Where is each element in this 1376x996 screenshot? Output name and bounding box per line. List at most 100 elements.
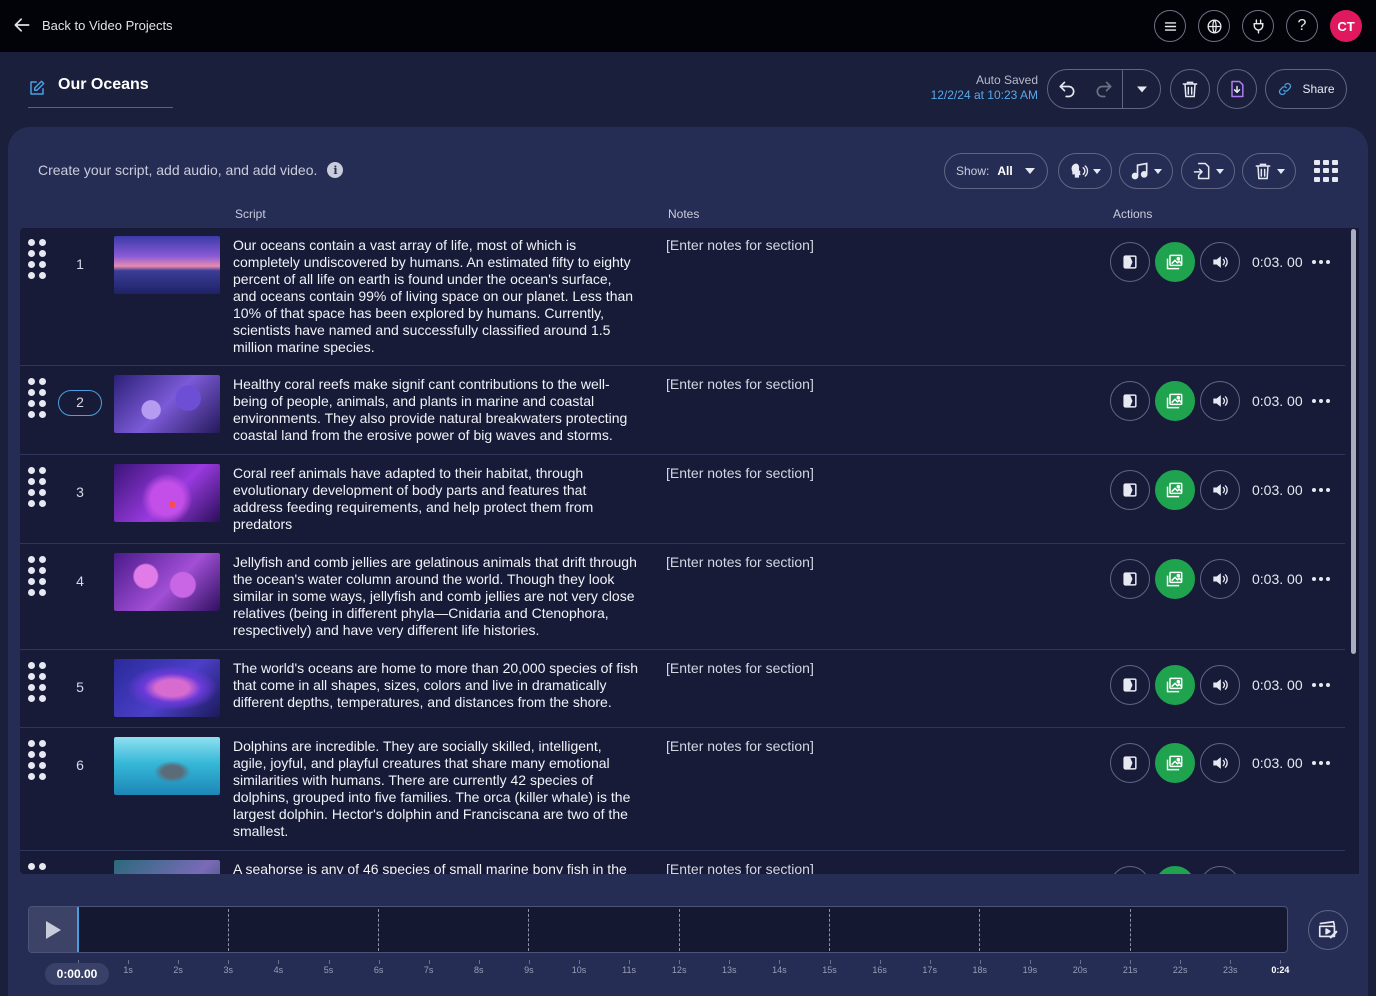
audio-button[interactable] [1200,743,1240,783]
section-notes[interactable]: [Enter notes for section] [666,738,814,754]
delete-dropdown-button[interactable] [1242,153,1296,189]
audio-button[interactable] [1200,381,1240,421]
section-script-text[interactable]: Jellyfish and comb jellies are gelatinou… [233,554,638,639]
media-button[interactable] [1155,559,1195,599]
transition-button[interactable] [1110,665,1150,705]
grid-view-icon[interactable] [1314,160,1338,182]
section-thumbnail[interactable] [114,464,220,522]
media-button[interactable] [1155,743,1195,783]
audio-button[interactable] [1200,242,1240,282]
section-notes[interactable]: [Enter notes for section] [666,465,814,481]
transition-button[interactable] [1110,242,1150,282]
audio-button[interactable] [1200,470,1240,510]
section-row[interactable]: 6 Dolphins are incredible. They are socia… [20,729,1345,851]
undo-button[interactable] [1048,70,1085,108]
section-row[interactable]: 4 Jellyfish and comb jellies are gelatino… [20,545,1345,650]
section-row[interactable]: 3 Coral reef animals have adapted to thei… [20,456,1345,544]
section-thumbnail[interactable] [114,375,220,433]
section-number[interactable]: 5 [58,674,102,700]
section-thumbnail[interactable] [114,553,220,611]
section-thumbnail[interactable] [114,236,220,294]
media-button[interactable] [1155,242,1195,282]
playhead[interactable] [77,907,79,952]
section-notes[interactable]: [Enter notes for section] [666,554,814,570]
show-filter-dropdown[interactable]: Show: All [944,153,1048,189]
more-options-icon[interactable] [1312,761,1330,765]
back-link[interactable]: Back to Video Projects [12,15,173,35]
drag-handle-icon[interactable] [28,556,46,596]
section-thumbnail[interactable] [114,860,220,874]
more-options-icon[interactable] [1312,683,1330,687]
section-number[interactable]: 4 [58,568,102,594]
section-notes[interactable]: [Enter notes for section] [666,237,814,253]
media-button[interactable] [1155,470,1195,510]
section-row[interactable]: 1 Our oceans contain a vast array of life… [20,228,1345,366]
section-row[interactable]: 7A seahorse is any of 46 species of smal… [20,852,1345,874]
ruler-tick-label: 3s [223,965,234,975]
info-icon[interactable]: i [327,162,344,178]
user-avatar[interactable]: CT [1330,10,1362,42]
scrollbar[interactable] [1351,229,1356,654]
import-dropdown-button[interactable] [1181,153,1235,189]
section-script-text[interactable]: Coral reef animals have adapted to their… [233,465,638,533]
more-options-icon[interactable] [1312,399,1330,403]
render-video-button[interactable] [1308,910,1348,950]
more-options-icon[interactable] [1312,260,1330,264]
drag-handle-icon[interactable] [28,740,46,780]
transition-icon [1123,255,1137,269]
transition-button[interactable] [1110,470,1150,510]
media-button[interactable] [1155,665,1195,705]
section-number[interactable]: 3 [58,479,102,505]
section-row[interactable]: 2 Healthy coral reefs make signif cant co… [20,367,1345,455]
transition-button[interactable] [1110,381,1150,421]
section-number[interactable]: 2 [58,390,102,416]
section-actions: 0:03. 00 [1110,381,1330,421]
section-notes[interactable]: [Enter notes for section] [666,861,814,874]
audio-button[interactable] [1200,866,1240,874]
transition-button[interactable] [1110,559,1150,599]
section-script-text[interactable]: The world's oceans are home to more than… [233,660,638,711]
section-notes[interactable]: [Enter notes for section] [666,376,814,392]
delete-project-button[interactable] [1170,69,1210,109]
ruler-tick-label: 23s [1223,965,1238,975]
integrations-button[interactable] [1242,10,1274,42]
history-dropdown-button[interactable] [1123,70,1160,108]
media-button[interactable] [1155,866,1195,874]
share-button[interactable]: Share [1265,69,1347,109]
section-script-text[interactable]: Dolphins are incredible. They are social… [233,738,638,840]
section-number[interactable]: 1 [58,251,102,277]
project-title[interactable]: Our Oceans [28,76,173,108]
transition-button[interactable] [1110,743,1150,783]
play-button[interactable] [29,907,77,952]
section-script-text[interactable]: A seahorse is any of 46 species of small… [233,861,638,874]
section-list: 1 Our oceans contain a vast array of life… [20,228,1359,874]
section-script-text[interactable]: Healthy coral reefs make signif cant con… [233,376,638,444]
drag-handle-icon[interactable] [28,662,46,702]
voiceover-dropdown-button[interactable] [1058,153,1112,189]
column-header-script: Script [235,207,266,221]
menu-button[interactable] [1154,10,1186,42]
redo-button[interactable] [1085,70,1122,108]
download-button[interactable] [1217,69,1257,109]
transition-button[interactable] [1110,866,1150,874]
section-script-text[interactable]: Our oceans contain a vast array of life,… [233,237,638,356]
section-number[interactable]: 6 [58,752,102,778]
section-thumbnail[interactable] [114,737,220,795]
section-thumbnail[interactable] [114,659,220,717]
help-button[interactable]: ? [1286,10,1318,42]
language-button[interactable] [1198,10,1230,42]
drag-handle-icon[interactable] [28,378,46,418]
audio-button[interactable] [1200,665,1240,705]
drag-handle-icon[interactable] [28,863,46,874]
section-notes[interactable]: [Enter notes for section] [666,660,814,676]
drag-handle-icon[interactable] [28,467,46,507]
music-dropdown-button[interactable] [1119,153,1173,189]
audio-button[interactable] [1200,559,1240,599]
more-options-icon[interactable] [1312,577,1330,581]
timeline-track[interactable] [28,906,1288,953]
media-button[interactable] [1155,381,1195,421]
media-gallery-icon [1166,254,1183,270]
section-row[interactable]: 5 The world's oceans are home to more tha… [20,651,1345,728]
drag-handle-icon[interactable] [28,239,46,279]
more-options-icon[interactable] [1312,488,1330,492]
